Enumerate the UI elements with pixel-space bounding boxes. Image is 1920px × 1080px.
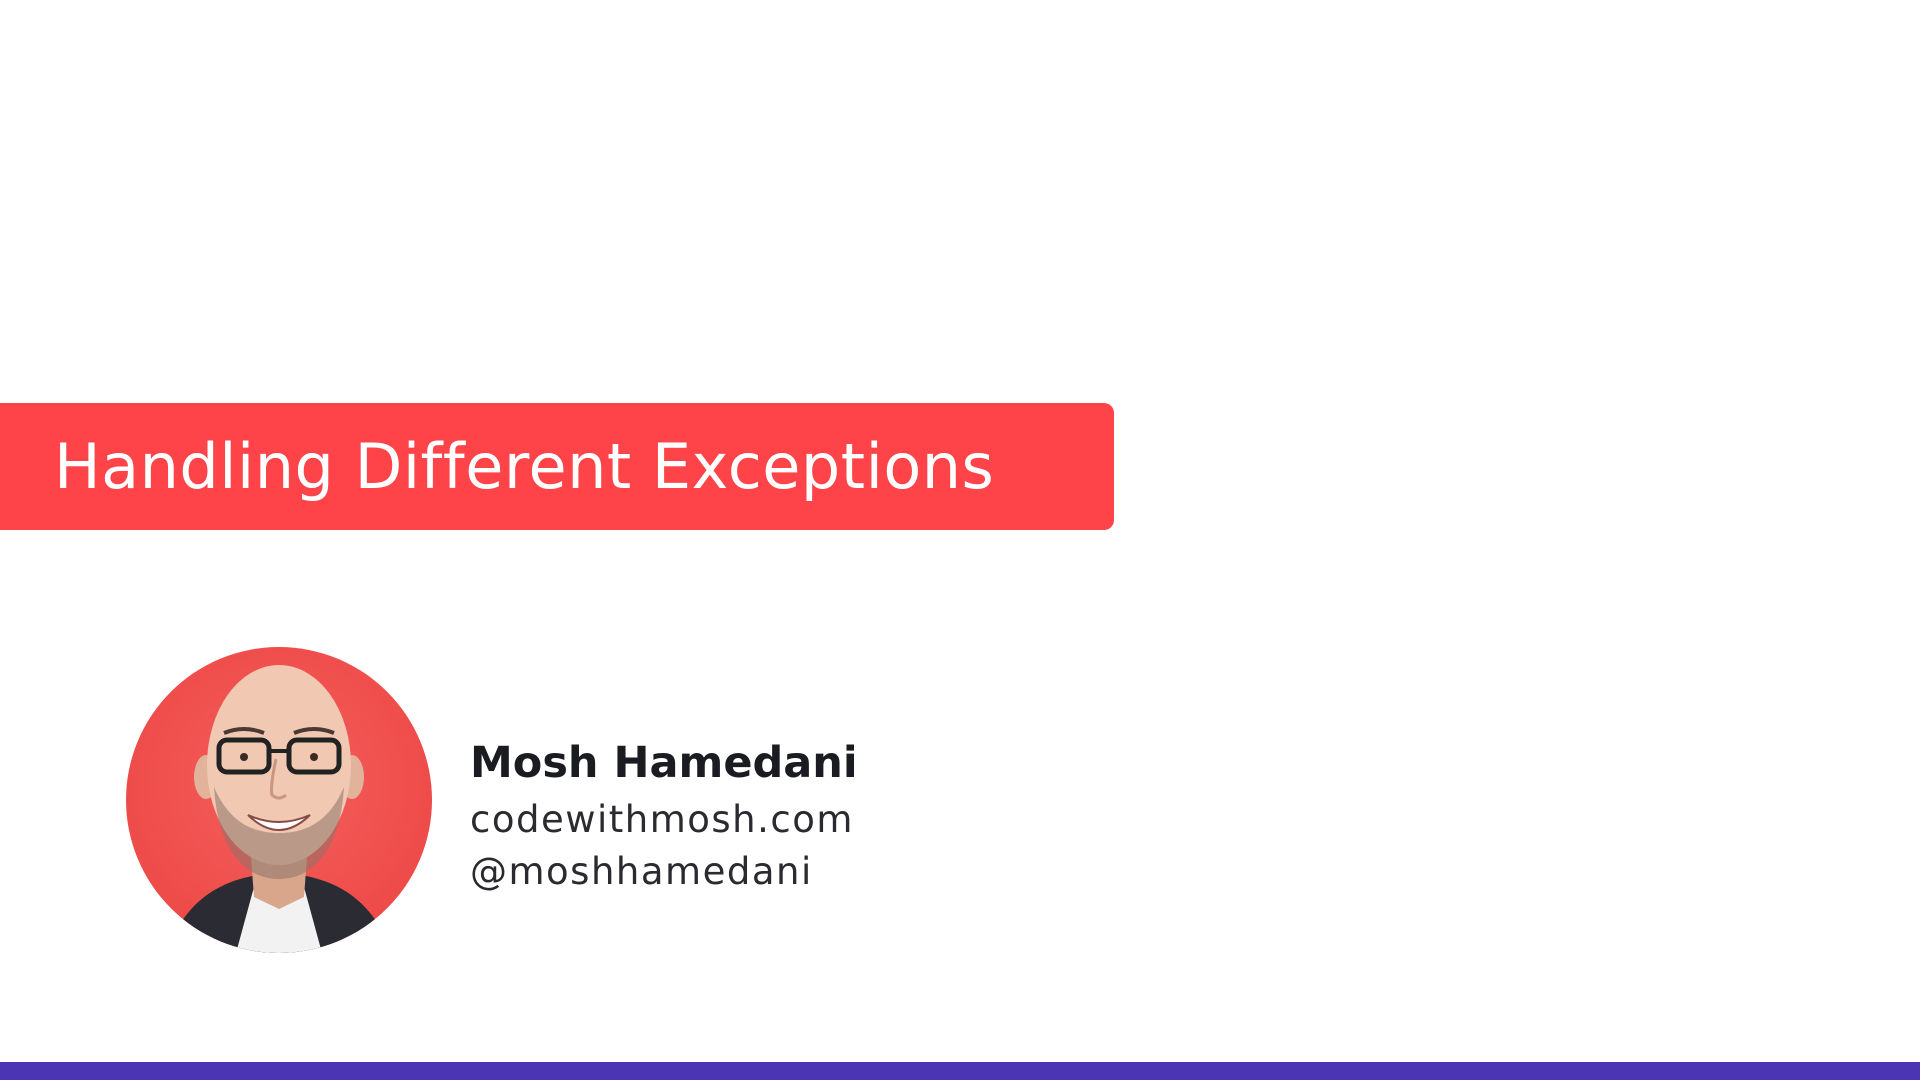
lesson-title: Handling Different Exceptions: [54, 430, 995, 503]
title-banner: Handling Different Exceptions: [0, 403, 1114, 530]
author-name: Mosh Hamedani: [470, 738, 858, 788]
slide: Handling Different Exceptions Mosh Hamed…: [0, 0, 1920, 1080]
author-info: Mosh Hamedani codewithmosh.com @moshhame…: [470, 732, 858, 898]
portrait-photo-icon: [166, 665, 392, 953]
bottom-accent-bar: [0, 1062, 1920, 1080]
author-handle: @moshhamedani: [470, 850, 813, 893]
author-website: codewithmosh.com: [470, 798, 854, 841]
author-avatar: [126, 647, 432, 953]
